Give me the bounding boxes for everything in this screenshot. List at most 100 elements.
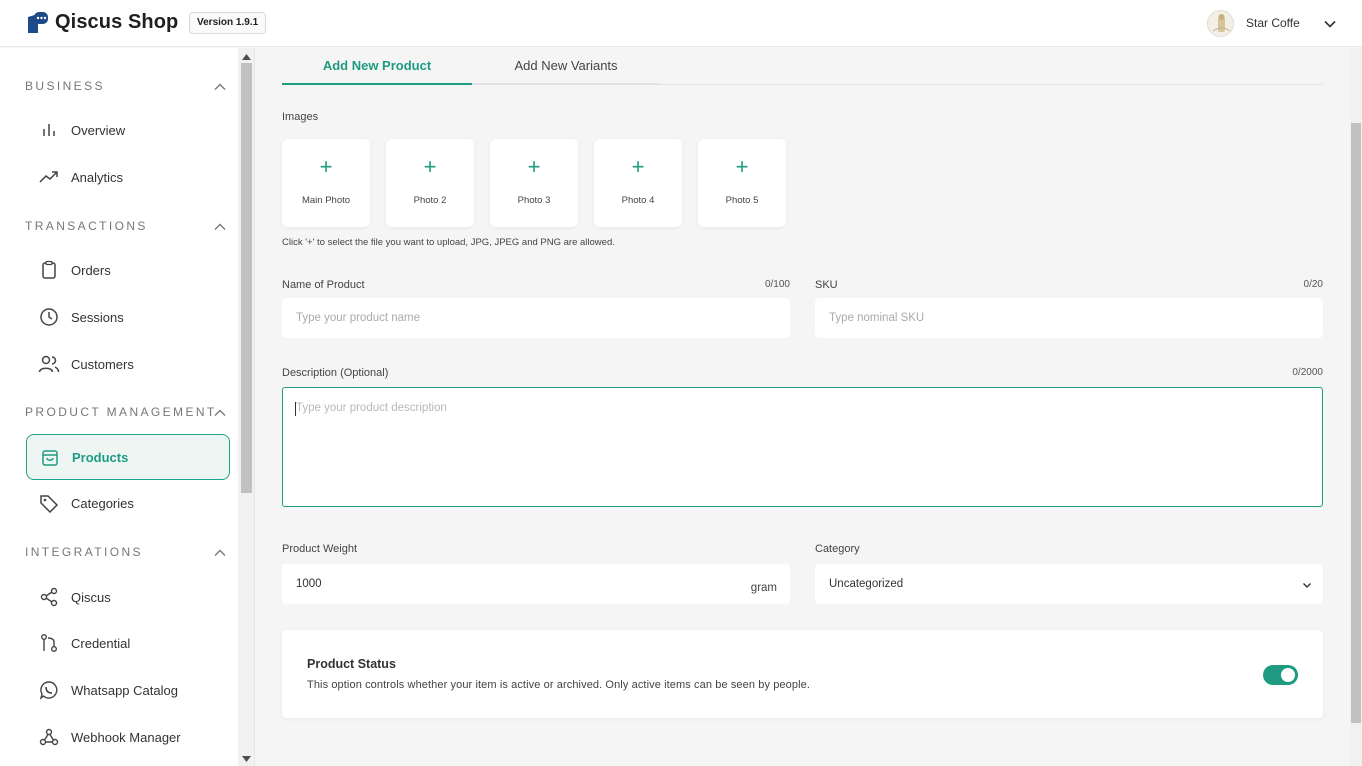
scroll-down-arrow-icon[interactable]	[242, 756, 251, 762]
status-description: This option controls whether your item i…	[307, 679, 810, 691]
brand-name: Qiscus Shop	[55, 11, 179, 33]
tab-add-new-variants[interactable]: Add New Variants	[472, 48, 660, 85]
chevron-down-icon[interactable]	[1323, 17, 1337, 31]
product-name-input[interactable]: Type your product name	[282, 298, 790, 338]
sku-label: SKU	[815, 279, 838, 291]
sku-input[interactable]: Type nominal SKU	[815, 298, 1323, 338]
product-name-counter: 0/100	[764, 279, 790, 290]
weight-input[interactable]: 1000 gram	[282, 564, 790, 604]
category-label: Category	[815, 543, 860, 555]
sidebar-item-label: Credential	[71, 635, 131, 651]
tab-bar: Add New Product Add New Variants	[282, 48, 1323, 85]
description-label: Description (Optional)	[282, 367, 389, 379]
photo-5-upload[interactable]: + Photo 5	[698, 139, 786, 227]
images-label: Images	[282, 111, 319, 123]
photo-label: Photo 5	[725, 195, 759, 206]
photo-2-upload[interactable]: + Photo 2	[386, 139, 474, 227]
sidebar-item-label: Webhook Manager	[71, 729, 181, 745]
sidebar-item-overview[interactable]: Overview	[26, 107, 230, 153]
product-name-label: Name of Product	[282, 279, 365, 291]
description-counter: 0/2000	[1292, 367, 1323, 378]
sidebar-item-label: Whatsapp Catalog	[71, 682, 178, 698]
status-title: Product Status	[307, 657, 396, 671]
sidebar-item-categories[interactable]: Categories	[26, 480, 230, 526]
shopping-bag-icon	[39, 446, 61, 468]
weight-value: 1000	[296, 578, 322, 590]
photo-label: Photo 4	[621, 195, 655, 206]
share-icon	[38, 586, 60, 608]
weight-label: Product Weight	[282, 543, 358, 555]
sidebar-item-orders[interactable]: Orders	[26, 247, 230, 293]
chevron-up-icon[interactable]	[213, 220, 227, 234]
top-header: Qiscus Shop Version 1.9.1 Star Coffe	[0, 0, 1362, 47]
plus-icon: +	[319, 154, 333, 179]
sidebar-item-label: Overview	[71, 122, 126, 138]
photo-label: Photo 2	[413, 195, 447, 206]
photo-4-upload[interactable]: + Photo 4	[594, 139, 682, 227]
section-title-product-management: PRODUCT MANAGEMENT	[25, 405, 217, 419]
sku-counter: 0/20	[1303, 279, 1323, 290]
sidebar-item-label: Sessions	[71, 309, 124, 325]
main-photo-upload[interactable]: + Main Photo	[282, 139, 370, 227]
sidebar-item-webhook-manager[interactable]: Webhook Manager	[26, 714, 230, 760]
sidebar-item-label: Orders	[71, 262, 111, 278]
plus-icon: +	[423, 154, 437, 179]
weight-unit: gram	[750, 582, 777, 594]
store-logo-icon	[1212, 14, 1231, 32]
description-textarea[interactable]: Type your product description	[282, 387, 1323, 507]
sidebar-item-products[interactable]: Products	[26, 434, 230, 480]
sidebar: BUSINESS Overview Analytics TRANSACTIONS…	[0, 48, 238, 766]
sidebar-item-analytics[interactable]: Analytics	[26, 154, 230, 200]
sidebar-item-label: Products	[72, 449, 129, 465]
description-placeholder: Type your product description	[296, 402, 447, 414]
category-value: Uncategorized	[829, 578, 904, 590]
section-title-transactions: TRANSACTIONS	[25, 219, 148, 233]
main-content: Add New Product Add New Variants Images …	[256, 48, 1350, 766]
sidebar-item-sessions[interactable]: Sessions	[26, 294, 230, 340]
clipboard-icon	[38, 259, 60, 281]
sidebar-item-label: Qiscus	[71, 589, 111, 605]
sidebar-item-qiscus[interactable]: Qiscus	[26, 574, 230, 620]
sidebar-item-whatsapp-catalog[interactable]: Whatsapp Catalog	[26, 667, 230, 713]
qiscus-logo-icon	[28, 12, 48, 33]
product-status-card: Product Status This option controls whet…	[282, 630, 1323, 718]
scroll-up-arrow-icon[interactable]	[242, 54, 251, 60]
git-compare-icon	[38, 632, 60, 654]
store-name[interactable]: Star Coffe	[1246, 16, 1300, 30]
chevron-up-icon[interactable]	[213, 546, 227, 560]
sidebar-scrollbar[interactable]	[238, 48, 255, 766]
users-icon	[38, 353, 60, 375]
category-select[interactable]: Uncategorized	[815, 564, 1323, 604]
upload-hint: Click '+' to select the file you want to…	[282, 237, 615, 248]
sidebar-item-label: Categories	[71, 495, 134, 511]
chevron-up-icon[interactable]	[213, 406, 227, 420]
section-title-business: BUSINESS	[25, 79, 105, 93]
sidebar-item-customers[interactable]: Customers	[26, 341, 230, 387]
plus-icon: +	[527, 154, 541, 179]
main-scrollbar[interactable]	[1350, 48, 1362, 766]
photo-3-upload[interactable]: + Photo 3	[490, 139, 578, 227]
photo-label: Photo 3	[517, 195, 551, 206]
clock-icon	[38, 306, 60, 328]
product-status-toggle[interactable]	[1263, 665, 1298, 685]
section-title-integrations: INTEGRATIONS	[25, 545, 143, 559]
tag-icon	[38, 492, 60, 514]
sidebar-item-label: Customers	[71, 356, 134, 372]
trend-up-icon	[38, 166, 60, 188]
toggle-knob	[1281, 668, 1295, 682]
chevron-down-icon	[1303, 583, 1311, 588]
sidebar-item-label: Analytics	[71, 169, 124, 185]
whatsapp-icon	[38, 679, 60, 701]
photo-label: Main Photo	[301, 195, 351, 206]
main-scroll-thumb[interactable]	[1351, 123, 1361, 723]
sidebar-item-credential[interactable]: Credential	[26, 620, 230, 666]
tab-add-new-product[interactable]: Add New Product	[282, 48, 472, 85]
store-avatar[interactable]	[1207, 10, 1234, 37]
bar-chart-icon	[38, 119, 60, 141]
version-badge: Version 1.9.1	[189, 12, 267, 34]
plus-icon: +	[735, 154, 749, 179]
webhook-icon	[38, 726, 60, 748]
chevron-up-icon[interactable]	[213, 80, 227, 94]
sidebar-scroll-thumb[interactable]	[241, 63, 252, 493]
plus-icon: +	[631, 154, 645, 179]
